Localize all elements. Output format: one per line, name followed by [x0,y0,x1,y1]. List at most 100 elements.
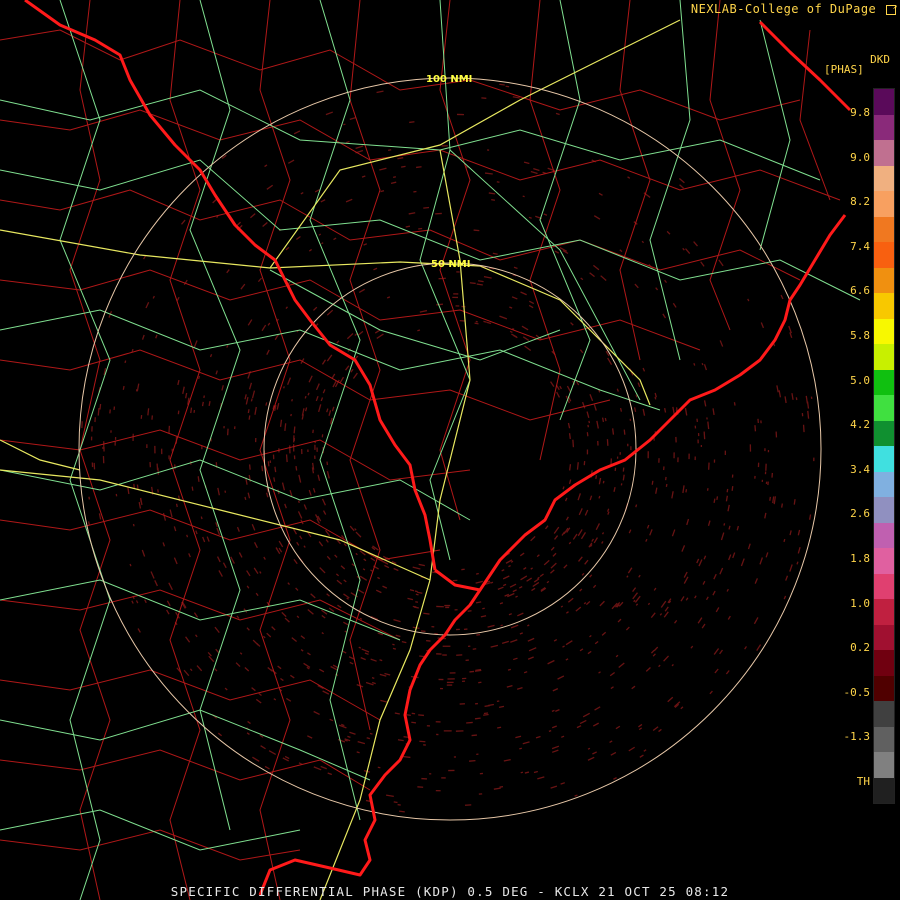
kdp-noise-speck [397,157,404,160]
kdp-noise-speck [475,601,482,604]
kdp-noise-speck [569,464,572,471]
kdp-noise-speck [513,657,518,661]
color-scale-swatch [874,242,894,268]
kdp-noise-speck [724,450,727,455]
kdp-noise-speck [379,167,387,171]
kdp-noise-speck [287,377,292,385]
kdp-noise-speck [276,402,280,410]
kdp-noise-speck [280,677,284,682]
kdp-noise-speck [586,449,589,455]
kdp-noise-speck [321,434,324,438]
kdp-noise-speck [563,564,568,569]
kdp-noise-speck [456,113,464,116]
kdp-noise-speck [562,486,565,490]
kdp-noise-speck [417,591,423,594]
kdp-noise-speck [289,445,291,454]
kdp-noise-speck [478,793,483,795]
kdp-noise-speck [166,600,171,607]
kdp-noise-speck [325,111,333,116]
kdp-noise-speck [509,306,513,309]
kdp-noise-speck [582,712,590,718]
kdp-noise-speck [440,687,444,690]
color-scale-swatch [874,446,894,472]
kdp-noise-speck [255,438,257,443]
kdp-noise-speck [456,271,460,273]
kdp-noise-speck [593,404,597,411]
kdp-noise-speck [266,184,274,190]
kdp-noise-speck [609,671,615,677]
kdp-noise-speck [152,295,155,299]
kdp-noise-speck [519,552,525,557]
kdp-noise-speck [298,474,302,483]
kdp-noise-speck [579,588,583,592]
kdp-noise-speck [671,663,674,667]
kdp-noise-speck [581,572,585,576]
kdp-noise-speck [397,739,404,742]
kdp-noise-speck [780,294,784,300]
kdp-noise-speck [131,600,134,604]
kdp-noise-speck [223,426,225,429]
color-scale-tick-label: -1.3 [843,730,871,744]
kdp-noise-speck [251,524,256,531]
kdp-noise-speck [250,398,253,402]
kdp-noise-speck [190,407,193,414]
kdp-noise-speck [610,751,617,756]
kdp-noise-speck [419,740,426,743]
kdp-noise-speck [647,602,651,606]
kdp-noise-speck [550,562,557,569]
external-link-icon[interactable]: ↗ [886,2,897,15]
kdp-noise-speck [757,462,760,468]
kdp-noise-speck [550,785,558,789]
kdp-noise-speck [168,582,173,591]
kdp-noise-speck [499,315,508,320]
kdp-noise-speck [267,666,273,672]
kdp-noise-speck [417,786,424,788]
kdp-noise-speck [395,634,401,638]
kdp-noise-speck [801,413,804,417]
kdp-noise-speck [598,495,601,499]
kdp-noise-speck [685,597,689,601]
kdp-noise-speck [292,444,295,452]
kdp-noise-speck [246,627,250,631]
kdp-noise-speck [313,710,320,715]
kdp-noise-speck [480,615,487,618]
kdp-noise-speck [350,368,354,373]
kdp-noise-speck [552,688,559,692]
kdp-noise-speck [665,483,668,487]
kdp-noise-speck [551,725,557,729]
kdp-noise-speck [528,300,535,305]
kdp-noise-speck [483,276,492,279]
kdp-noise-speck [257,277,263,283]
kdp-noise-speck [206,536,210,542]
kdp-noise-speck [397,803,401,806]
kdp-noise-speck [518,585,523,589]
kdp-noise-speck [331,406,335,412]
kdp-noise-speck [113,406,116,411]
color-scale-swatch [874,650,894,676]
kdp-noise-speck [671,491,674,499]
kdp-noise-speck [356,751,360,754]
kdp-noise-speck [185,392,188,399]
kdp-noise-speck [578,556,583,562]
kdp-noise-speck [449,672,456,674]
kdp-noise-speck [443,730,452,732]
kdp-noise-speck [300,635,306,640]
kdp-noise-speck [402,755,411,759]
kdp-noise-speck [453,756,456,758]
kdp-noise-speck [592,584,597,589]
kdp-noise-speck [552,552,557,557]
kdp-noise-speck [452,296,458,299]
kdp-noise-speck [284,423,287,431]
kdp-noise-speck [322,690,330,695]
kdp-noise-speck [503,759,511,762]
kdp-noise-speck [623,429,626,435]
kdp-noise-speck [442,645,451,647]
kdp-noise-speck [259,571,262,574]
kdp-noise-speck [557,675,565,680]
color-scale-swatch [874,140,894,166]
kdp-noise-speck [267,461,270,467]
kdp-noise-speck [663,611,669,618]
kdp-noise-speck [580,277,584,281]
kdp-noise-speck [448,769,455,772]
kdp-noise-speck [477,280,484,283]
